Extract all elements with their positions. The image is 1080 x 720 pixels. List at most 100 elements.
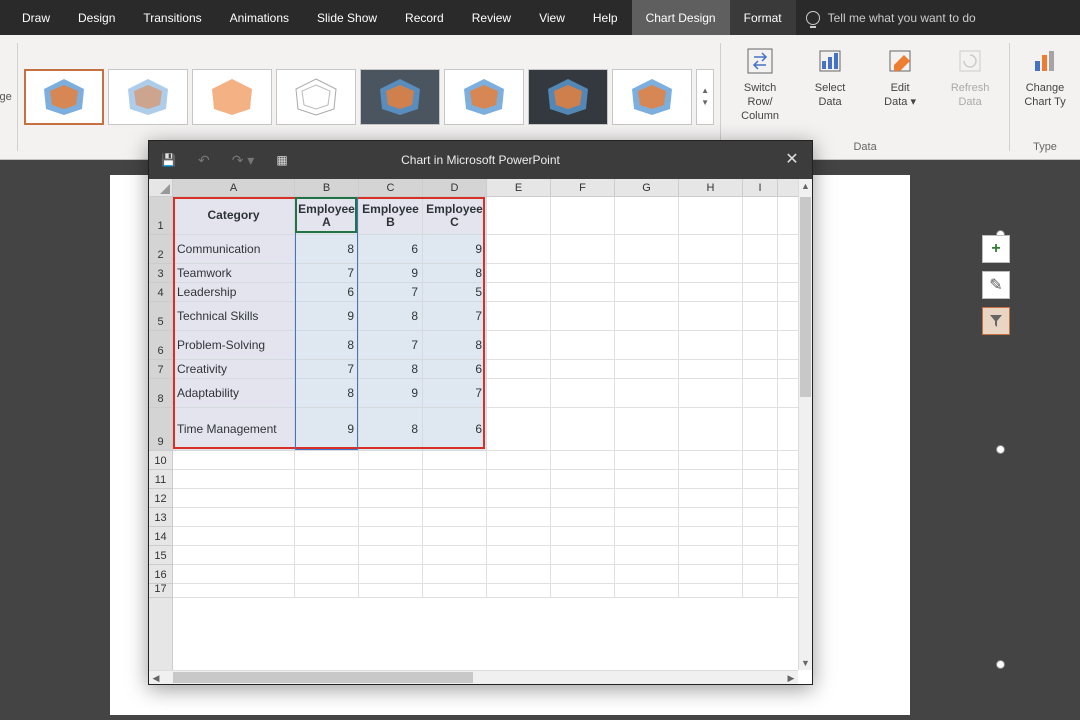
chart-style-7[interactable] [528,69,608,125]
cell[interactable] [487,584,551,597]
scroll-up-arrow[interactable]: ▲ [799,179,812,193]
horizontal-scrollbar[interactable]: ◀ ▶ [149,670,798,684]
close-button[interactable]: ✕ [782,149,802,169]
cell[interactable] [615,489,679,507]
cell[interactable] [551,283,615,301]
cell[interactable] [743,264,778,282]
col-header-D[interactable]: D [423,179,487,196]
cell[interactable] [743,331,778,359]
cell[interactable] [679,565,743,583]
chart-style-6[interactable] [444,69,524,125]
cell[interactable] [359,565,423,583]
cell[interactable] [679,546,743,564]
chart-style-5[interactable] [360,69,440,125]
cell[interactable] [487,470,551,488]
tell-me-search[interactable]: Tell me what you want to do [806,11,976,25]
cell[interactable] [615,508,679,526]
cell[interactable] [743,235,778,263]
cell[interactable] [615,408,679,450]
row-header-8[interactable]: 8 [149,379,172,408]
row-header-10[interactable]: 10 [149,451,172,470]
cell[interactable] [551,565,615,583]
cell[interactable] [487,283,551,301]
chart-styles-button[interactable]: ✎ [982,271,1010,299]
row-header-12[interactable]: 12 [149,489,172,508]
cell[interactable] [679,408,743,450]
cell[interactable] [487,235,551,263]
cell[interactable] [679,331,743,359]
col-header-A[interactable]: A [173,179,295,196]
cell[interactable] [551,546,615,564]
cell[interactable] [359,470,423,488]
cell[interactable] [679,470,743,488]
cell[interactable] [551,302,615,330]
cell[interactable] [551,527,615,545]
vscroll-thumb[interactable] [800,197,811,397]
cell[interactable] [423,489,487,507]
cell[interactable] [295,527,359,545]
cell[interactable] [551,197,615,234]
cell[interactable] [173,546,295,564]
row-header-17[interactable]: 17 [149,584,172,598]
cell[interactable] [359,527,423,545]
cell[interactable] [487,527,551,545]
cell[interactable] [679,508,743,526]
cell[interactable] [679,379,743,407]
cell[interactable] [423,508,487,526]
row-header-2[interactable]: 2 [149,235,172,264]
cell[interactable] [743,508,778,526]
switch-row-column-button[interactable]: Switch Row/ Column [731,45,789,123]
row-header-6[interactable]: 6 [149,331,172,360]
tab-chart-design[interactable]: Chart Design [632,0,730,35]
cell[interactable] [551,379,615,407]
chart-style-2[interactable] [108,69,188,125]
cell[interactable] [743,565,778,583]
cell[interactable] [423,546,487,564]
redo-button[interactable]: ↷ ▾ [232,152,255,169]
cell[interactable] [679,451,743,469]
cell[interactable] [679,489,743,507]
cell[interactable] [615,235,679,263]
col-header-G[interactable]: G [615,179,679,196]
cell[interactable] [551,508,615,526]
tab-view[interactable]: View [525,0,579,35]
cell[interactable] [551,264,615,282]
cell[interactable] [487,264,551,282]
cell[interactable] [615,546,679,564]
cell[interactable] [615,283,679,301]
cell[interactable] [743,489,778,507]
col-header-E[interactable]: E [487,179,551,196]
row-header-15[interactable]: 15 [149,546,172,565]
vertical-scrollbar[interactable]: ▲ ▼ [798,179,812,670]
cell[interactable] [295,489,359,507]
scroll-left-arrow[interactable]: ◀ [149,671,163,684]
chart-style-3[interactable] [192,69,272,125]
cell[interactable] [615,360,679,378]
cells-area[interactable]: CategoryEmployee AEmployee BEmployee CCo… [173,197,798,670]
row-header-7[interactable]: 7 [149,360,172,379]
spreadsheet-grid[interactable]: ABCDEFGHI 1234567891011121314151617 Cate… [149,179,812,684]
row-header-11[interactable]: 11 [149,470,172,489]
cell[interactable] [679,527,743,545]
cell[interactable] [487,331,551,359]
cell[interactable] [359,489,423,507]
cell[interactable] [679,197,743,234]
row-header-4[interactable]: 4 [149,283,172,302]
cell[interactable] [359,451,423,469]
cell[interactable] [743,584,778,597]
cell[interactable] [743,379,778,407]
cell[interactable] [173,451,295,469]
selection-handle[interactable] [996,660,1005,669]
select-all-corner[interactable] [149,179,173,197]
undo-button[interactable]: ↶ [198,152,210,169]
cell[interactable] [487,451,551,469]
cell[interactable] [743,197,778,234]
col-header-F[interactable]: F [551,179,615,196]
cell[interactable] [295,451,359,469]
grid-icon[interactable]: ▦ [276,153,287,167]
cell[interactable] [173,508,295,526]
cell[interactable] [615,302,679,330]
cell[interactable] [423,527,487,545]
hscroll-thumb[interactable] [173,672,473,683]
cell[interactable] [743,527,778,545]
